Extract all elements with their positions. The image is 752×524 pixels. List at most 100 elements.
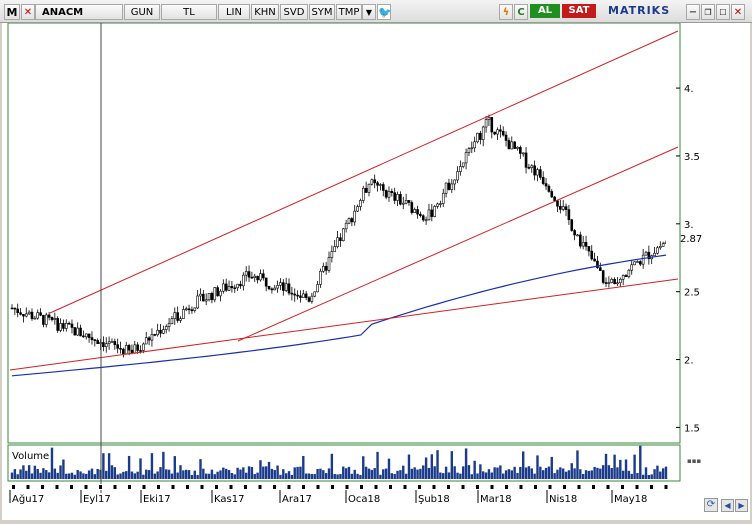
- settings-icon[interactable]: ⟳: [704, 498, 718, 512]
- scale-button[interactable]: LIN: [218, 4, 250, 20]
- volume-bar: [553, 473, 556, 479]
- candle-body: [541, 177, 545, 184]
- candle-body: [381, 184, 385, 191]
- volume-bar: [507, 469, 511, 479]
- candle-body: [370, 179, 374, 185]
- dropdown-arrow-icon[interactable]: ▼: [362, 4, 376, 20]
- candle-body: [373, 179, 376, 184]
- volume-bar: [39, 472, 42, 479]
- currency-button[interactable]: TL: [161, 4, 217, 20]
- volume-bar: [661, 468, 665, 479]
- candle-body: [190, 309, 194, 312]
- restore-button[interactable]: ❐: [701, 4, 715, 20]
- volume-bar: [559, 467, 562, 479]
- volume-bar: [105, 470, 108, 479]
- candle-body: [361, 187, 365, 201]
- candle-body: [102, 342, 105, 348]
- volume-bar: [644, 467, 648, 479]
- volume-bar: [219, 470, 222, 479]
- candle-body: [150, 334, 154, 341]
- minimize-button[interactable]: −: [686, 4, 700, 20]
- price-chart[interactable]: 4. 3.5 3. 2.5 2. 1.5 2.87 Volume Ağu17 Eyl17 Ek…: [2, 22, 750, 520]
- candle-body: [350, 218, 354, 223]
- candle-body: [436, 203, 439, 207]
- volume-bar: [156, 471, 159, 479]
- svd-button[interactable]: SVD: [280, 4, 308, 20]
- volume-bar: [490, 472, 493, 479]
- volume-bar: [256, 472, 259, 479]
- refresh-icon[interactable]: C: [514, 4, 528, 20]
- volume-bar: [142, 474, 145, 479]
- candle-body: [36, 312, 40, 319]
- candle-body: [67, 322, 71, 325]
- volume-bar: [284, 473, 288, 479]
- volume-bar: [145, 469, 148, 479]
- volume-bar: [627, 470, 631, 479]
- volume-bar: [590, 470, 593, 479]
- candle-body: [116, 344, 119, 349]
- symbol-field[interactable]: ANACM: [35, 4, 123, 20]
- scroll-left-button[interactable]: ◀: [721, 499, 734, 512]
- volume-bar: [502, 473, 505, 479]
- candle-body: [627, 269, 631, 277]
- time-marker: [563, 485, 566, 489]
- close-window-button[interactable]: ✕: [731, 4, 745, 20]
- volume-bar: [96, 468, 99, 479]
- menu-m-button[interactable]: M: [4, 4, 20, 20]
- candle-body: [524, 152, 528, 168]
- candle-body: [510, 141, 514, 150]
- time-marker: [374, 485, 378, 489]
- volume-bar: [516, 472, 519, 479]
- volume-bar: [504, 470, 508, 479]
- volume-bar: [393, 474, 396, 479]
- khn-button[interactable]: KHN: [251, 4, 279, 20]
- volume-bar: [599, 468, 602, 479]
- scroll-right-button[interactable]: ▶: [735, 499, 748, 512]
- chart-area[interactable]: 4. 3.5 3. 2.5 2. 1.5 2.87 Volume Ağu17 Eyl17 Ek…: [2, 22, 750, 520]
- candle-body: [244, 271, 248, 276]
- candle-body: [561, 206, 565, 210]
- candle-body: [490, 117, 494, 133]
- twitter-icon[interactable]: 🐦: [377, 4, 392, 20]
- time-marker: [505, 485, 508, 489]
- volume-bar: [110, 465, 114, 479]
- candle-body: [39, 312, 42, 316]
- maximize-button[interactable]: ☐: [716, 4, 730, 20]
- buy-button[interactable]: AL: [530, 4, 560, 18]
- candle-body: [550, 191, 554, 198]
- candle-body: [658, 245, 662, 249]
- last-price-bg: [666, 231, 678, 251]
- lightning-icon[interactable]: ϟ: [499, 4, 513, 20]
- volume-bar: [316, 468, 319, 479]
- volume-bar: [159, 467, 162, 479]
- sell-button[interactable]: SAT: [562, 4, 596, 18]
- time-marker: [229, 485, 233, 489]
- candle-body: [644, 251, 648, 256]
- volume-bar: [116, 474, 119, 479]
- volume-bar: [50, 447, 54, 479]
- candle-body: [159, 330, 162, 334]
- candle-body: [367, 183, 371, 193]
- candle-body: [147, 337, 151, 341]
- sym-button[interactable]: SYM: [309, 4, 335, 20]
- time-marker: [389, 485, 392, 489]
- candle-body: [204, 299, 208, 302]
- time-marker: [534, 485, 537, 489]
- close-symbol-button[interactable]: ✕: [21, 4, 35, 20]
- candle-body: [527, 167, 531, 169]
- candle-body: [119, 348, 122, 350]
- candle-body: [533, 165, 536, 176]
- volume-bar: [333, 474, 336, 479]
- candle-body: [210, 293, 214, 301]
- tmp-button[interactable]: TMP: [336, 4, 362, 20]
- volume-bar: [339, 474, 342, 479]
- candle-body: [293, 293, 297, 296]
- volume-bar: [150, 453, 154, 479]
- period-button[interactable]: GUN: [124, 4, 160, 20]
- volume-bar: [179, 465, 182, 479]
- candle-body: [424, 219, 428, 222]
- candle-body: [507, 140, 511, 150]
- candle-body: [393, 192, 396, 201]
- volume-bar: [293, 467, 296, 479]
- volume-label: Volume: [12, 451, 49, 462]
